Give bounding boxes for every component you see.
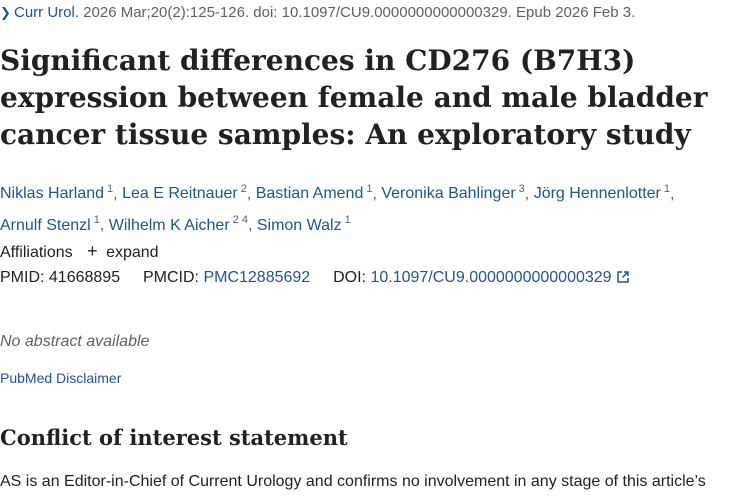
affiliations-label: Affiliations: [0, 244, 73, 261]
journal-link[interactable]: Curr Urol.: [14, 4, 79, 21]
external-link-icon[interactable]: [616, 270, 629, 288]
author-link: Veronika Bahlinger 3: [381, 183, 525, 203]
author-link: Niklas Harland 1: [0, 183, 114, 203]
citation-line: ❯ Curr Urol. 2026 Mar;20(2):125-126. doi:…: [0, 4, 635, 21]
author-link: Lea E Reitnauer 2: [122, 183, 247, 203]
pmcid-link[interactable]: PMC12885692: [203, 269, 310, 286]
author-list: Niklas Harland 1, Lea E Reitnauer 2, Basti…: [0, 183, 675, 234]
pmid-label: PMID:: [0, 269, 45, 286]
affiliations-toggle[interactable]: Affiliations + expand: [0, 241, 159, 262]
author-link: Wilhelm K Aicher 2 4: [108, 214, 248, 234]
author-link: Bastian Amend 1: [255, 183, 373, 203]
citation-details: 2026 Mar;20(2):125-126. doi: 10.1097/CU9…: [79, 4, 636, 21]
plus-icon: +: [87, 241, 98, 261]
chevron-right-icon[interactable]: ❯: [0, 5, 14, 21]
no-abstract-note: No abstract available: [0, 333, 150, 350]
coi-text: AS is an Editor-in-Chief of Current Urol…: [0, 473, 706, 490]
pmcid-label: PMCID:: [143, 269, 199, 286]
author-link: Simon Walz 1: [256, 214, 351, 234]
author-link: Jörg Hennenlotter 1: [533, 183, 670, 203]
coi-heading: Conflict of interest statement: [0, 425, 348, 450]
author-link: Arnulf Stenzl 1: [0, 214, 100, 234]
pmid-value: 41668895: [48, 269, 121, 286]
pubmed-disclaimer-link[interactable]: PubMed Disclaimer: [0, 370, 121, 386]
article-title: Significant differences in CD276 (B7H3) …: [0, 44, 708, 151]
expand-label[interactable]: expand: [106, 244, 159, 261]
doi-link[interactable]: 10.1097/CU9.0000000000000329: [370, 269, 611, 286]
identifiers-line: PMID: 41668895 PMCID: PMC12885692 DOI: 1…: [0, 269, 629, 288]
doi-label: DOI:: [333, 269, 366, 286]
